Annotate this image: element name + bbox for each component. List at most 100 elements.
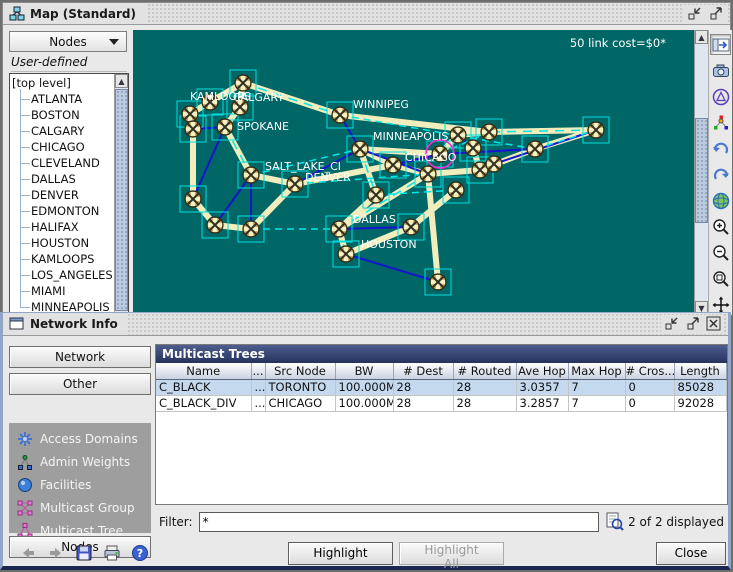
tree-item[interactable]: MIAMI [12, 283, 114, 299]
map-node-label: CALGARY [233, 91, 284, 104]
tab-other[interactable]: Other [9, 373, 151, 395]
map-node[interactable] [527, 141, 543, 157]
column-header[interactable]: Length [674, 363, 726, 379]
maximize-icon[interactable] [684, 315, 701, 332]
category-label: Access Domains [40, 432, 138, 446]
restore-icon[interactable] [663, 315, 680, 332]
table-cell: C_BLACK [156, 379, 251, 395]
info-window-titlebar[interactable]: Network Info [3, 313, 728, 336]
map-node[interactable] [243, 167, 259, 183]
tree-item[interactable]: DALLAS [12, 171, 114, 187]
map-window-titlebar[interactable]: Map (Standard) [3, 3, 730, 25]
column-header[interactable]: ... [251, 363, 265, 379]
tree-item[interactable]: LOS_ANGELES [12, 267, 114, 283]
search-icon[interactable] [605, 512, 625, 532]
restore-icon[interactable] [686, 5, 703, 22]
admin-weights-icon [17, 454, 33, 470]
map-canvas[interactable]: KAMLOOPSCALGARYSPOKANEWINNIPEGMINNEAPOLI… [133, 30, 694, 315]
column-header[interactable]: # Dest [393, 363, 453, 379]
tree-item[interactable]: CHICAGO [12, 139, 114, 155]
map-node-label: HOUSTON [361, 238, 417, 251]
map-node[interactable] [217, 119, 233, 135]
table-cell: 92028 [674, 395, 726, 411]
column-header[interactable]: # Routed [453, 363, 516, 379]
map-node[interactable] [420, 166, 436, 182]
tree-item[interactable]: [top level] [12, 75, 114, 91]
map-node[interactable] [430, 274, 446, 290]
map-scrollbar[interactable]: ▲ ▼ [694, 30, 708, 315]
map-node[interactable] [352, 141, 368, 157]
world-icon[interactable] [710, 190, 731, 211]
tab-network[interactable]: Network [9, 346, 151, 368]
tree-item[interactable]: ATLANTA [12, 91, 114, 107]
camera-icon[interactable] [710, 60, 731, 81]
map-node[interactable] [403, 219, 419, 235]
table-row[interactable]: C_BLACK_DIV...CHICAGO100.000M28283.28577… [156, 395, 726, 411]
maximize-icon[interactable] [707, 5, 724, 22]
back-icon[interactable] [19, 544, 37, 562]
tree-item[interactable]: EDMONTON [12, 203, 114, 219]
column-header[interactable]: Ave Hop [516, 363, 568, 379]
map-node[interactable] [450, 127, 466, 143]
column-header[interactable]: Name [156, 363, 251, 379]
map-node[interactable] [588, 122, 604, 138]
nodes-dropdown[interactable]: Nodes [9, 31, 127, 52]
map-node[interactable] [331, 221, 347, 237]
category-item-admin-weights[interactable]: Admin Weights [9, 450, 151, 473]
map-node[interactable] [385, 157, 401, 173]
close-button[interactable]: Close [656, 542, 726, 565]
layout-icon[interactable] [710, 112, 731, 133]
map-node[interactable] [185, 121, 201, 137]
panel-toggle-icon[interactable] [710, 34, 731, 55]
print-icon[interactable] [103, 544, 121, 562]
map-node[interactable] [338, 246, 354, 262]
map-node[interactable] [332, 107, 348, 123]
scrollbar-thumb[interactable] [695, 118, 708, 223]
map-node[interactable] [287, 176, 303, 192]
tree-item[interactable]: KAMLOOPS [12, 251, 114, 267]
highlight-button[interactable]: Highlight [288, 542, 393, 565]
map-node-label: CHICAGO [405, 151, 457, 164]
map-node[interactable] [368, 187, 384, 203]
column-header[interactable]: Src Node [265, 363, 335, 379]
column-header[interactable]: # Cros... [625, 363, 674, 379]
tree-item[interactable]: CLEVELAND [12, 155, 114, 171]
scrollbar-thumb[interactable] [115, 89, 128, 311]
multicast-trees-table[interactable]: Name...Src NodeBW# Dest# RoutedAve HopMa… [156, 363, 727, 412]
undo-icon[interactable] [710, 138, 731, 159]
zoom-out-icon[interactable] [710, 242, 731, 263]
map-node[interactable] [465, 140, 481, 156]
category-item-facilities[interactable]: Facilities [9, 473, 151, 496]
map-node[interactable] [182, 106, 198, 122]
column-header[interactable]: BW [335, 363, 393, 379]
tree-item[interactable]: HALIFAX [12, 219, 114, 235]
map-node[interactable] [486, 156, 502, 172]
highlight-all-button[interactable]: Highlight All [399, 542, 504, 565]
zoom-window-icon[interactable] [710, 268, 731, 289]
tree-item[interactable]: CALGARY [12, 123, 114, 139]
table-row[interactable]: C_BLACK...TORONTO100.000M28283.035770850… [156, 379, 726, 395]
save-icon[interactable] [75, 544, 93, 562]
category-item-multicast-group[interactable]: Multicast Group [9, 496, 151, 519]
zoom-in-icon[interactable] [710, 216, 731, 237]
map-node[interactable] [243, 221, 259, 237]
map-node[interactable] [235, 75, 251, 91]
map-node[interactable] [448, 182, 464, 198]
tree-item[interactable]: HOUSTON [12, 235, 114, 251]
category-item-access-domains[interactable]: Access Domains [9, 427, 151, 450]
map-node[interactable] [207, 217, 223, 233]
tree-item[interactable]: BOSTON [12, 107, 114, 123]
tree-item[interactable]: DENVER [12, 187, 114, 203]
help-icon[interactable]: ? [131, 544, 149, 562]
forward-icon[interactable] [47, 544, 65, 562]
redo-icon[interactable] [710, 164, 731, 185]
scroll-up-button[interactable]: ▲ [115, 74, 128, 88]
map-node[interactable] [185, 191, 201, 207]
tree-scrollbar[interactable]: ▲ [114, 74, 128, 313]
column-header[interactable]: Max Hop [568, 363, 625, 379]
map-node[interactable] [481, 124, 497, 140]
legend-icon[interactable] [710, 86, 731, 107]
close-icon[interactable] [705, 315, 722, 332]
scroll-up-button[interactable]: ▲ [695, 30, 708, 44]
filter-input[interactable] [199, 512, 599, 532]
